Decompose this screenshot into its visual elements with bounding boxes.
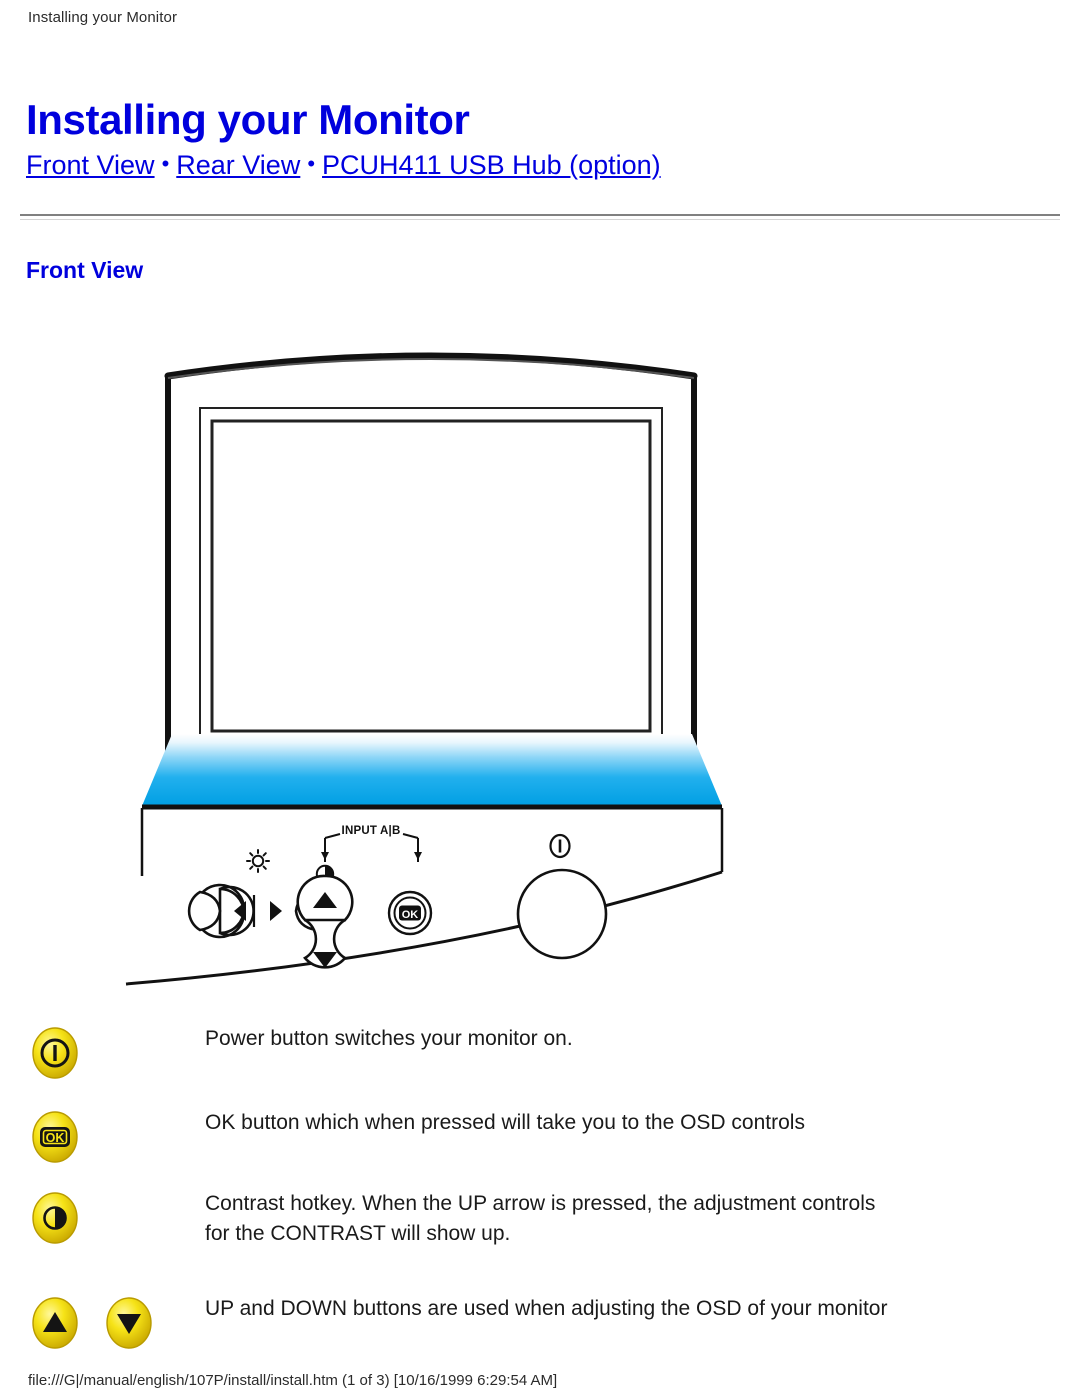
up-button-icon bbox=[26, 1294, 84, 1357]
description-icon-cell bbox=[26, 1189, 176, 1247]
description-icon-cell bbox=[26, 1024, 176, 1082]
nav-separator-1: • bbox=[161, 151, 170, 176]
footer-file-path: file:///G|/manual/english/107P/install/i… bbox=[28, 1372, 558, 1389]
up-down-rocker bbox=[296, 874, 354, 969]
contrast-button-icon bbox=[26, 1189, 84, 1252]
svg-text:OK: OK bbox=[402, 909, 419, 921]
power-button-large bbox=[516, 868, 608, 960]
description-text-cell: OK button which when pressed will take y… bbox=[205, 1108, 1045, 1138]
section-heading-front-view: Front View bbox=[26, 257, 144, 284]
ok-button-icon: OK bbox=[387, 890, 433, 936]
description-icon-cell: OK bbox=[26, 1108, 176, 1166]
description-text-cell: UP and DOWN buttons are used when adjust… bbox=[205, 1294, 1045, 1324]
description-line-1: Power button switches your monitor on. bbox=[205, 1027, 573, 1050]
description-line-2: for the CONTRAST will show up. bbox=[205, 1222, 511, 1245]
description-text-cell: Contrast hotkey. When the UP arrow is pr… bbox=[205, 1189, 1045, 1249]
svg-text:OK: OK bbox=[46, 1131, 65, 1145]
description-line-1: OK button which when pressed will take y… bbox=[205, 1111, 805, 1134]
ok-button-icon: OK bbox=[26, 1108, 84, 1171]
link-front-view[interactable]: Front View bbox=[26, 150, 155, 180]
monitor-front-panel bbox=[142, 734, 722, 806]
link-rear-view[interactable]: Rear View bbox=[176, 150, 300, 180]
nav-separator-2: • bbox=[307, 151, 316, 176]
input-ab-bracket bbox=[321, 833, 422, 862]
link-pcuh411-usb-hub[interactable]: PCUH411 USB Hub (option) bbox=[322, 150, 661, 180]
horizontal-divider bbox=[20, 214, 1060, 220]
monitor-screen-glass bbox=[214, 423, 648, 729]
page-title: Installing your Monitor bbox=[26, 96, 470, 144]
description-text-cell: Power button switches your monitor on. bbox=[205, 1024, 1045, 1054]
description-line-1: Contrast hotkey. When the UP arrow is pr… bbox=[205, 1192, 876, 1215]
monitor-front-view-illustration: INPUT A|B OK bbox=[100, 316, 760, 1026]
input-ab-label: INPUT A|B bbox=[342, 825, 401, 837]
down-button-icon bbox=[100, 1294, 158, 1357]
power-button-icon bbox=[26, 1024, 84, 1087]
brightness-icon bbox=[246, 849, 270, 873]
running-header: Installing your Monitor bbox=[28, 9, 178, 26]
right-arrow-icon bbox=[270, 901, 282, 921]
description-icon-cell bbox=[26, 1294, 176, 1352]
power-indicator-icon bbox=[549, 833, 571, 859]
description-line-1: UP and DOWN buttons are used when adjust… bbox=[205, 1297, 888, 1320]
section-link-nav: Front View • Rear View • PCUH411 USB Hub (op… bbox=[26, 147, 661, 182]
